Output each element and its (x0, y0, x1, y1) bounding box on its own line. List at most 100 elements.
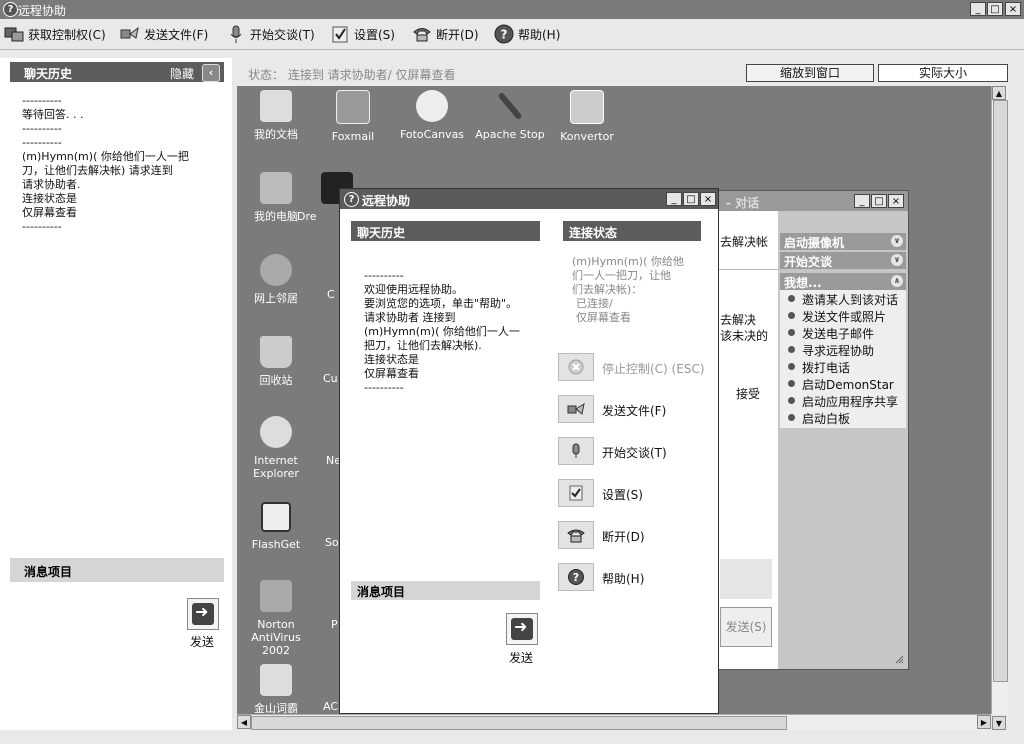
conv-minimize-button[interactable]: _ (854, 194, 870, 208)
start-talk-pane-header[interactable]: 开始交谈 ∨ (780, 252, 906, 269)
send-file-label: 发送文件(F) (144, 27, 209, 42)
message-header: 消息项目 (10, 558, 224, 582)
conversation-input-bg (720, 559, 772, 599)
desktop-icon-dre[interactable]: Dre (297, 172, 353, 223)
window-title-bar: ? 远程协助 _ □ × (0, 0, 1024, 19)
send-arrow-icon: ➜ (195, 602, 209, 621)
expand-chevron-icon[interactable]: ∨ (891, 235, 903, 247)
conversation-partial-text: 该未决的 (720, 329, 769, 343)
chat-line: (m)Hymn(m)( 你给他们一人一把 (22, 150, 189, 163)
dialog-help-button[interactable]: ? (558, 563, 594, 591)
dialog-maximize-button[interactable]: □ (683, 192, 699, 206)
start-camera-pane-header[interactable]: 启动摄像机 ∨ (780, 233, 906, 250)
conversation-dialog[interactable]: - 对话 _ □ × 去解决帐 去解决 该未决的 接受 发送(S) 启动摄像机 ∨… (704, 190, 909, 670)
task-whiteboard[interactable]: 启动白板 (787, 410, 850, 427)
actual-size-button[interactable]: 实际大小 (878, 64, 1008, 82)
task-send-file[interactable]: 发送文件或照片 (787, 308, 886, 325)
desktop-icon-my-documents[interactable]: 我的文档 (237, 90, 316, 141)
desktop-icon-network[interactable]: 网上邻居 (237, 254, 316, 305)
dialog-chat-line: 仅屏幕查看 (364, 367, 419, 380)
desktop-icon-internet-explorer[interactable]: Internet Explorer (237, 416, 316, 480)
chat-line: ---------- (22, 220, 62, 233)
chat-line: 等待回答. . . (22, 108, 84, 121)
task-app-sharing[interactable]: 启动应用程序共享 (787, 393, 898, 410)
dialog-start-talk-label: 开始交谈(T) (602, 446, 667, 460)
message-title: 消息项目 (24, 565, 73, 579)
disconnect-phone-icon (413, 28, 431, 42)
collapse-chevron-icon[interactable]: ‹ (202, 64, 220, 82)
recycle-bin-icon (260, 336, 292, 368)
dialog-disconnect-button[interactable] (558, 521, 594, 549)
desktop-app-cu-icon: Cu (323, 372, 338, 385)
hide-link[interactable]: 隐藏 (170, 65, 194, 82)
remote-assistance-dialog[interactable]: ? 远程协助 _ □ × 聊天历史 ---------- 欢迎使用远程协助。 要… (339, 188, 719, 714)
start-talk-button[interactable]: 开始交谈(T) (226, 23, 315, 45)
dialog-send-label: 发送 (509, 651, 534, 665)
disconnect-button[interactable]: 断开(D) (412, 23, 479, 45)
dialog-minimize-button[interactable]: _ (666, 192, 682, 206)
close-button[interactable]: × (1005, 2, 1021, 16)
minimize-button[interactable]: _ (970, 2, 986, 16)
help-icon: ? (568, 569, 584, 585)
conv-close-button[interactable]: × (888, 194, 904, 208)
svg-text:?: ? (573, 571, 579, 584)
desktop-icon-apache-stop[interactable]: Apache Stop (470, 90, 550, 141)
fit-to-window-button[interactable]: 缩放到窗口 (746, 64, 874, 82)
norton-antivirus-icon (260, 580, 292, 612)
desktop-icon-konvertor[interactable]: Konvertor (547, 90, 627, 143)
task-remote-assistance[interactable]: 寻求远程协助 (787, 342, 874, 359)
stop-control-label: 停止控制(C) (ESC) (602, 362, 705, 376)
conv-maximize-button[interactable]: □ (871, 194, 887, 208)
scroll-up-icon[interactable]: ▲ (992, 86, 1006, 100)
settings-button[interactable]: 设置(S) (330, 23, 395, 45)
expand-chevron-icon[interactable]: ∨ (891, 254, 903, 266)
remote-assistance-icon: ? (3, 2, 18, 17)
help-button[interactable]: ? 帮助(H) (494, 23, 560, 45)
scroll-right-icon[interactable]: ▶ (977, 715, 991, 729)
stop-icon (568, 359, 584, 375)
connection-status-line: 们去解决帐)： (572, 283, 643, 296)
maximize-button[interactable]: □ (987, 2, 1003, 16)
take-control-button[interactable]: 获取控制权(C) (4, 23, 106, 45)
collapse-chevron-icon[interactable]: ∧ (891, 275, 903, 287)
i-want-pane-header[interactable]: 我想... ∧ (780, 273, 906, 290)
scroll-left-icon[interactable]: ◀ (237, 715, 251, 729)
status-bar: 状态： 连接到 请求协助者/ 仅屏幕查看 缩放到窗口 实际大小 (240, 62, 1008, 84)
task-invite[interactable]: 邀请某人到该对话 (787, 291, 898, 308)
scroll-down-icon[interactable]: ▼ (992, 716, 1006, 730)
desktop-icon-fotocanvas[interactable]: FotoCanvas (392, 90, 472, 141)
start-talk-label: 开始交谈(T) (250, 27, 315, 42)
horizontal-scroll-thumb[interactable] (251, 716, 787, 730)
dialog-chat-line: (m)Hymn(m)( 你给他们一人一 (364, 325, 520, 338)
task-send-email[interactable]: 发送电子邮件 (787, 325, 874, 342)
desktop-icon-flashget[interactable]: FlashGet (237, 502, 316, 551)
take-control-icon (4, 27, 24, 42)
vertical-scrollbar[interactable]: ▲ (991, 86, 1008, 714)
horizontal-scrollbar[interactable]: ◀ ▶ (237, 714, 991, 731)
dialog-start-talk-button[interactable] (558, 437, 594, 465)
task-demonstar[interactable]: 启动DemonStar (788, 376, 894, 393)
vertical-scroll-thumb[interactable] (993, 100, 1008, 682)
desktop-icon-norton[interactable]: Norton AntiVirus 2002 (237, 580, 316, 657)
dialog-settings-button[interactable] (558, 479, 594, 507)
task-call[interactable]: 拨打电话 (787, 359, 850, 376)
connection-status-line: 们一人一把刀，让他 (572, 269, 671, 282)
desktop-icon-foxmail[interactable]: Foxmail (313, 90, 393, 143)
desktop-icon-recycle-bin[interactable]: 回收站 (237, 336, 316, 387)
dialog-send-file-button[interactable] (558, 395, 594, 423)
chat-line: 连接状态是 (22, 192, 77, 205)
chat-line: 仅屏幕查看 (22, 206, 77, 219)
settings-icon (332, 26, 348, 43)
dialog-close-button[interactable]: × (700, 192, 716, 206)
send-file-button[interactable]: 发送文件(F) (120, 23, 208, 45)
conversation-send-button[interactable]: 发送(S) (720, 607, 772, 647)
connection-status-line: 仅屏幕查看 (576, 311, 631, 324)
status-text: 状态： 连接到 请求协助者/ 仅屏幕查看 (248, 68, 456, 82)
stop-control-button[interactable] (558, 353, 594, 381)
settings-icon (569, 485, 583, 501)
dialog-message-header: 消息项目 (351, 581, 540, 600)
desktop-icon-jinshan[interactable]: 金山词霸 (237, 664, 316, 714)
fotocanvas-icon (416, 90, 448, 122)
resize-grip-icon[interactable] (894, 653, 904, 664)
take-control-label: 获取控制权(C) (28, 27, 106, 42)
